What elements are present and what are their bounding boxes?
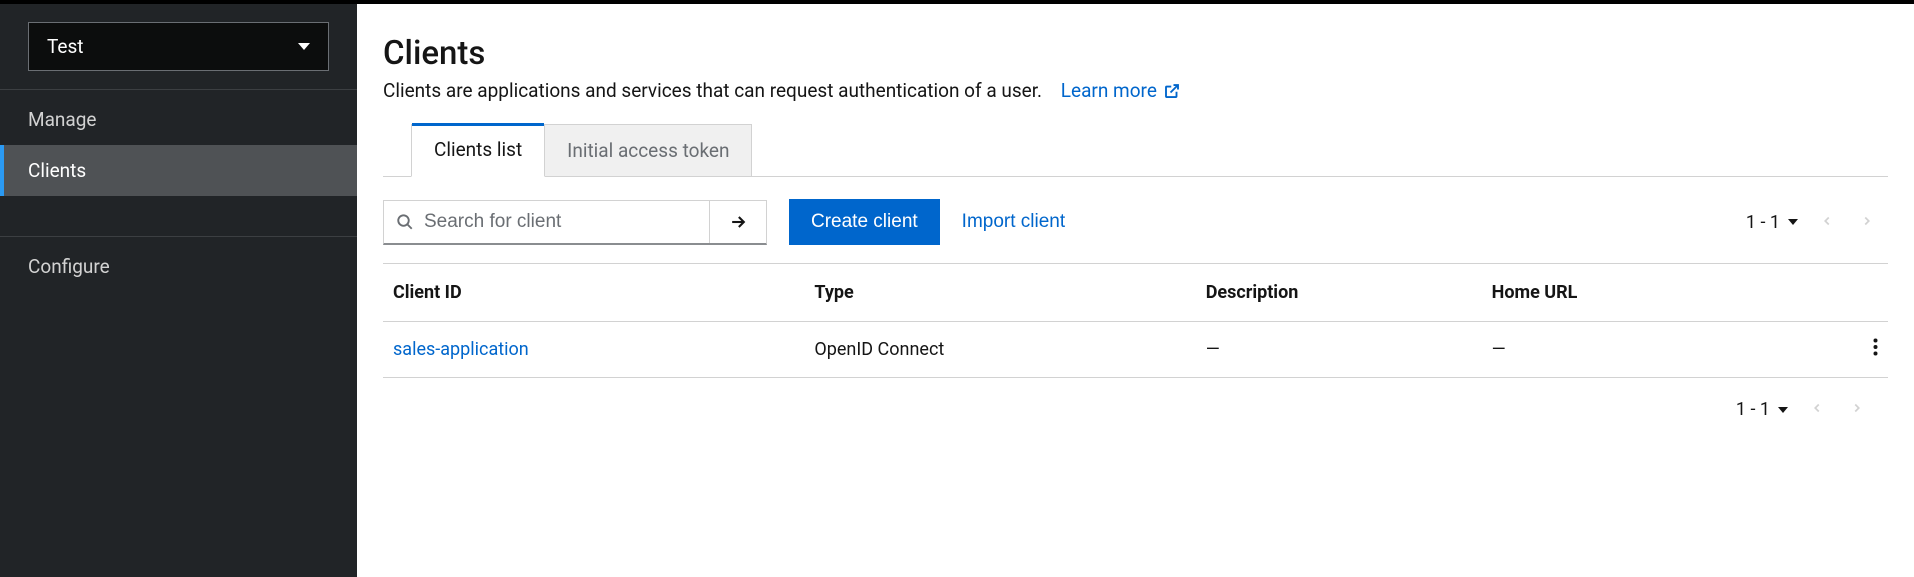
pagination-next[interactable] bbox=[1856, 209, 1878, 236]
toolbar: Create client Import client 1 - 1 bbox=[383, 199, 1888, 263]
col-type: Type bbox=[804, 264, 1195, 322]
table-row: sales-application OpenID Connect — — bbox=[383, 322, 1888, 378]
caret-down-icon bbox=[1788, 219, 1798, 225]
arrow-right-icon bbox=[728, 212, 748, 232]
row-actions-button[interactable] bbox=[1848, 322, 1888, 378]
pagination-range-toggle[interactable]: 1 - 1 bbox=[1736, 399, 1788, 420]
caret-down-icon bbox=[1778, 407, 1788, 413]
realm-selector[interactable]: Test bbox=[28, 22, 329, 71]
external-link-icon bbox=[1163, 82, 1181, 100]
chevron-left-icon bbox=[1810, 401, 1824, 415]
search-icon bbox=[396, 213, 414, 231]
cell-type: OpenID Connect bbox=[804, 322, 1195, 378]
tab-initial-access-token[interactable]: Initial access token bbox=[544, 124, 752, 176]
table-header-row: Client ID Type Description Home URL bbox=[383, 264, 1888, 322]
search-group bbox=[383, 200, 767, 245]
realm-name: Test bbox=[47, 35, 84, 58]
create-client-button[interactable]: Create client bbox=[789, 199, 940, 245]
page-description: Clients are applications and services th… bbox=[383, 79, 1888, 102]
sidebar-item-clients[interactable]: Clients bbox=[0, 145, 357, 196]
chevron-right-icon bbox=[1860, 214, 1874, 228]
import-client-button[interactable]: Import client bbox=[962, 211, 1065, 233]
clients-table: Client ID Type Description Home URL sale… bbox=[383, 263, 1888, 378]
page-title: Clients bbox=[383, 34, 1888, 73]
col-actions bbox=[1848, 264, 1888, 322]
tabs: Clients list Initial access token bbox=[383, 124, 1888, 177]
cell-description: — bbox=[1196, 322, 1482, 378]
section-configure: Configure bbox=[0, 236, 357, 292]
kebab-icon bbox=[1873, 338, 1878, 356]
pagination-prev[interactable] bbox=[1806, 396, 1828, 423]
col-client-id: Client ID bbox=[383, 264, 804, 322]
search-box bbox=[384, 201, 709, 243]
pagination-prev[interactable] bbox=[1816, 209, 1838, 236]
search-input[interactable] bbox=[424, 211, 697, 233]
learn-more-link[interactable]: Learn more bbox=[1061, 79, 1181, 102]
caret-down-icon bbox=[298, 43, 310, 50]
pagination-bottom: 1 - 1 bbox=[383, 378, 1888, 441]
tab-clients-list[interactable]: Clients list bbox=[411, 124, 545, 177]
section-manage: Manage bbox=[0, 89, 357, 145]
cell-home-url: — bbox=[1482, 322, 1848, 378]
col-description: Description bbox=[1196, 264, 1482, 322]
chevron-right-icon bbox=[1850, 401, 1864, 415]
sidebar: Test Manage Clients Configure bbox=[0, 4, 357, 577]
search-submit-button[interactable] bbox=[709, 201, 766, 243]
pagination-next[interactable] bbox=[1846, 396, 1868, 423]
spacer bbox=[0, 196, 357, 236]
client-id-link[interactable]: sales-application bbox=[393, 339, 529, 360]
main-content: Clients Clients are applications and ser… bbox=[357, 4, 1914, 577]
pagination-range-toggle[interactable]: 1 - 1 bbox=[1746, 212, 1798, 233]
col-home-url: Home URL bbox=[1482, 264, 1848, 322]
pagination-top: 1 - 1 bbox=[1746, 209, 1888, 236]
chevron-left-icon bbox=[1820, 214, 1834, 228]
sidebar-item-label: Clients bbox=[28, 159, 86, 182]
